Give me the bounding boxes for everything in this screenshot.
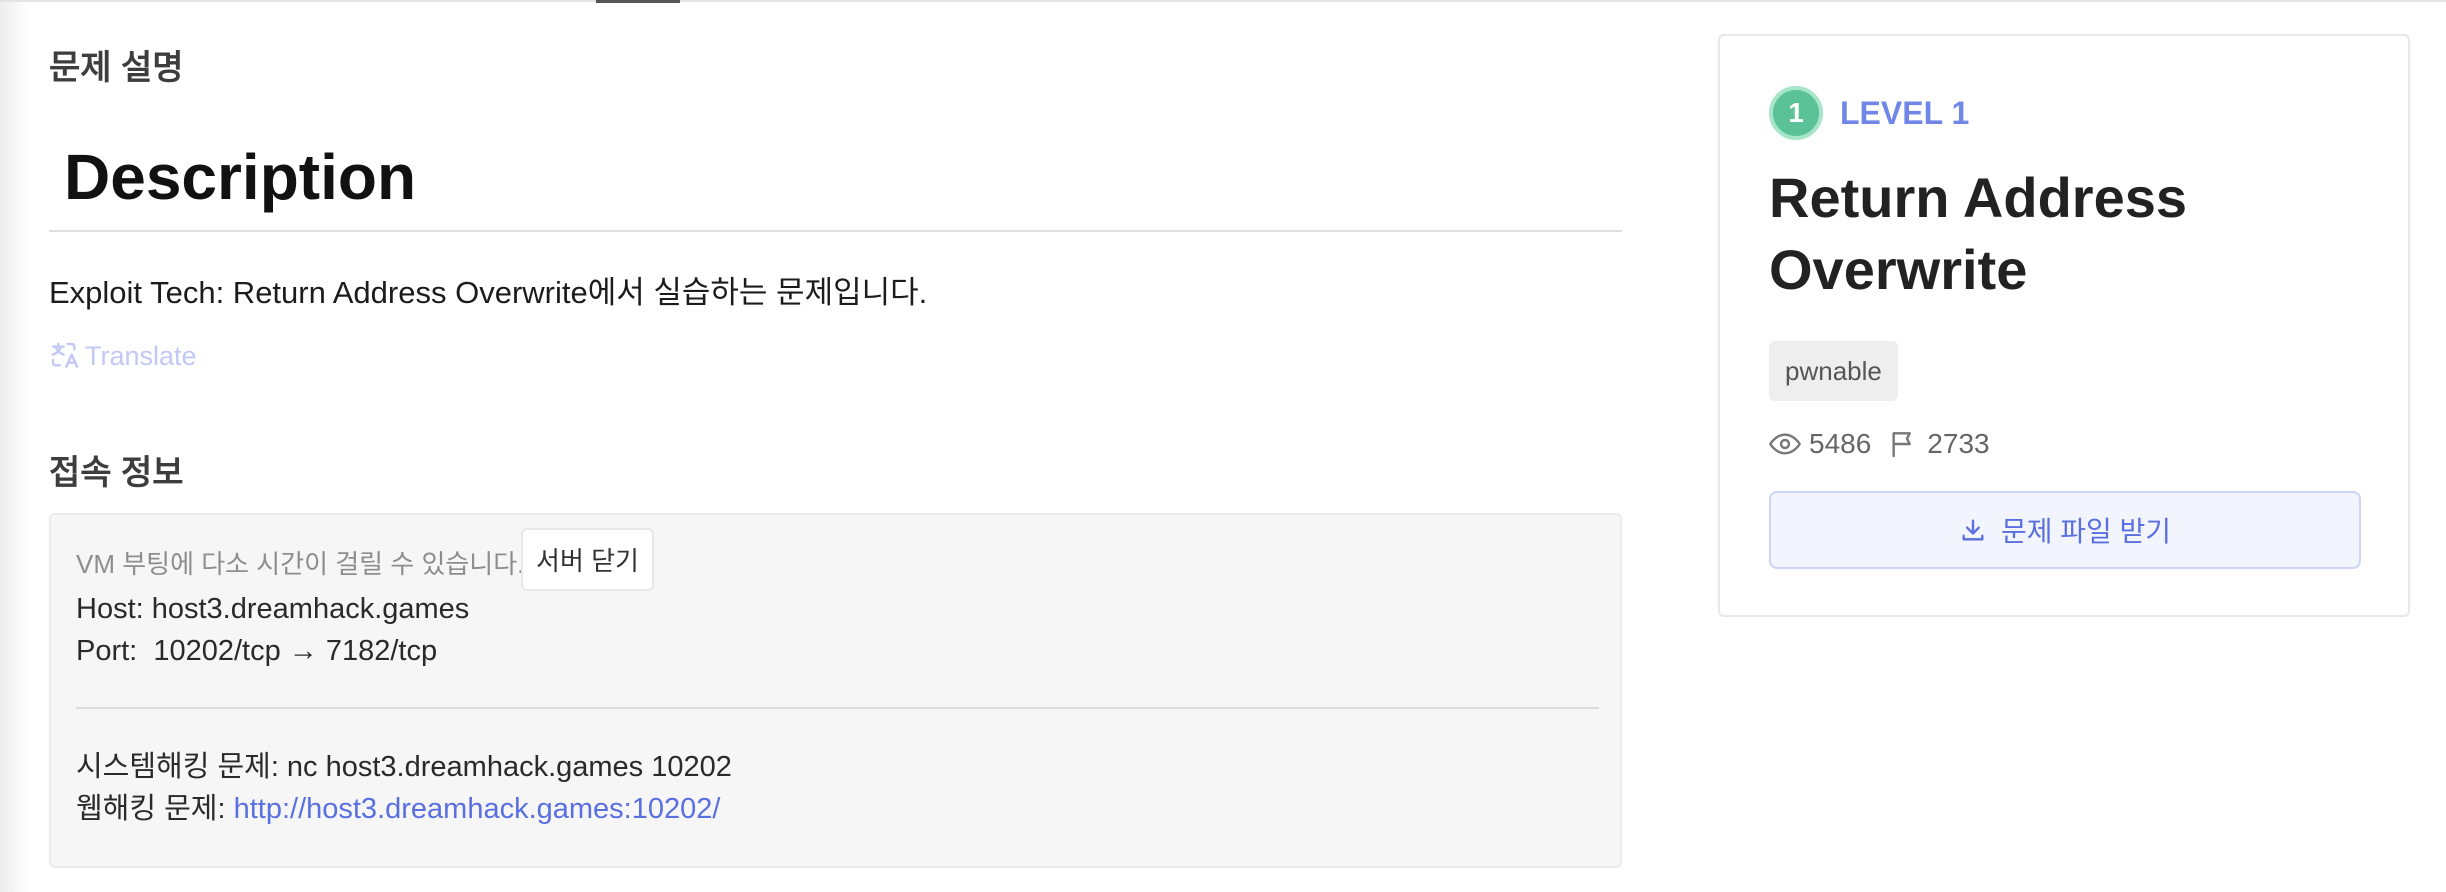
flag-icon bbox=[1892, 432, 1912, 458]
description-text: Exploit Tech: Return Address Overwrite에서… bbox=[49, 275, 928, 310]
web-hacking-line: 웹해킹 문제: http://host3.dreamhack.games:102… bbox=[76, 785, 720, 827]
views-count: 5486 bbox=[1809, 428, 1872, 459]
description-heading: Description bbox=[64, 141, 417, 213]
heading-divider bbox=[49, 230, 1622, 232]
download-files-button[interactable]: 문제 파일 받기 bbox=[1769, 491, 2361, 569]
port-line: Port: 10202/tcp → 7182/tcp bbox=[76, 635, 438, 667]
top-divider bbox=[0, 0, 2446, 2]
close-server-button[interactable]: 서버 닫기 bbox=[521, 528, 654, 591]
download-icon bbox=[1962, 519, 1984, 541]
web-hacking-link[interactable]: http://host3.dreamhack.games:10202/ bbox=[234, 793, 721, 825]
translate-button[interactable]: Translate bbox=[49, 340, 197, 372]
challenge-stats: 5486 2733 bbox=[1769, 428, 2006, 460]
connection-divider bbox=[76, 707, 1599, 709]
translate-label: Translate bbox=[85, 340, 197, 371]
views-stat: 5486 bbox=[1769, 428, 1871, 460]
level-badge: 1 bbox=[1769, 86, 1823, 140]
system-hacking-line: 시스템해킹 문제: nc host3.dreamhack.games 10202 bbox=[76, 751, 732, 783]
level-row: 1 LEVEL 1 bbox=[1769, 86, 1969, 140]
challenge-title: Return Address Overwrite bbox=[1769, 166, 2188, 301]
active-tab-indicator bbox=[596, 0, 680, 3]
challenge-card: 1 LEVEL 1 Return Address Overwrite pwnab… bbox=[1718, 34, 2410, 617]
page-edge-shadow bbox=[0, 0, 28, 892]
host-line: Host: host3.dreamhack.games bbox=[76, 593, 470, 625]
description-section-title: 문제 설명 bbox=[49, 49, 184, 87]
vm-boot-note: VM 부팅에 다소 시간이 걸릴 수 있습니다. bbox=[76, 549, 525, 579]
translate-icon bbox=[51, 342, 79, 368]
eye-icon bbox=[1769, 433, 1801, 455]
level-label: LEVEL 1 bbox=[1840, 94, 1970, 131]
connection-section-title: 접속 정보 bbox=[49, 454, 184, 492]
web-hacking-label: 웹해킹 문제: bbox=[76, 793, 234, 825]
connection-info-box: VM 부팅에 다소 시간이 걸릴 수 있습니다. 서버 닫기 Host: hos… bbox=[49, 513, 1622, 868]
solves-stat: 2733 bbox=[1887, 428, 1990, 460]
category-tag[interactable]: pwnable bbox=[1769, 341, 1898, 401]
download-label: 문제 파일 받기 bbox=[2000, 516, 2172, 547]
solves-count: 2733 bbox=[1927, 428, 1990, 459]
